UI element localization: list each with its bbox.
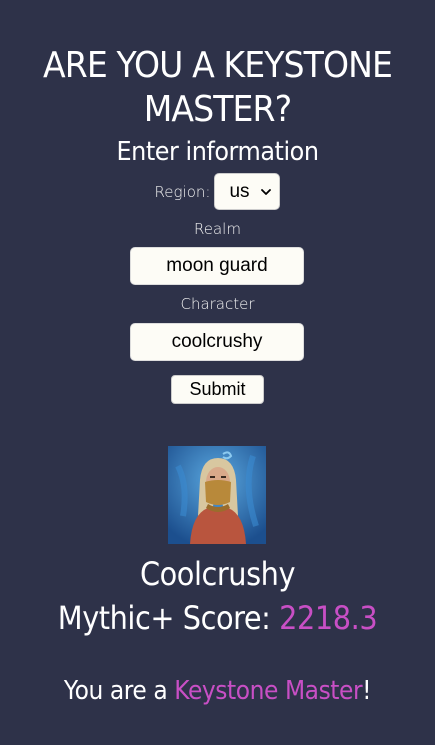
verdict-highlight: Keystone Master [174,676,363,706]
region-label: Region: [154,182,211,201]
verdict-prefix: You are a [63,676,168,706]
realm-input[interactable]: moon guard [130,247,304,285]
submit-button[interactable]: Submit [171,375,264,404]
verdict-line: You are a Keystone Master! [22,674,414,708]
character-label: Character [180,295,255,313]
form-subtitle: Enter information [116,137,319,167]
app-page: ARE YOU A KEYSTONE MASTER? Enter informa… [0,0,435,745]
chevron-down-icon [261,188,272,195]
score-label: Mythic+ Score: [57,599,271,637]
verdict-suffix: ! [362,676,372,706]
title-line-2: MASTER? [143,89,292,130]
realm-input-value: moon guard [166,255,268,276]
page-title: ARE YOU A KEYSTONE MASTER? [17,44,417,132]
realm-label: Realm [194,220,241,238]
character-portrait-image [168,446,266,544]
character-avatar [168,446,266,544]
character-name: Coolcrushy [139,555,296,593]
character-input-value: coolcrushy [171,331,263,352]
score-line: Mythic+ Score: 2218.3 [22,598,414,638]
title-line-1: ARE YOU A KEYSTONE [43,45,393,86]
region-select-value: us [229,180,250,202]
region-select[interactable]: us [214,173,281,210]
character-input[interactable]: coolcrushy [130,323,304,361]
region-row: Region: us [0,173,435,210]
score-value: 2218.3 [279,599,378,637]
